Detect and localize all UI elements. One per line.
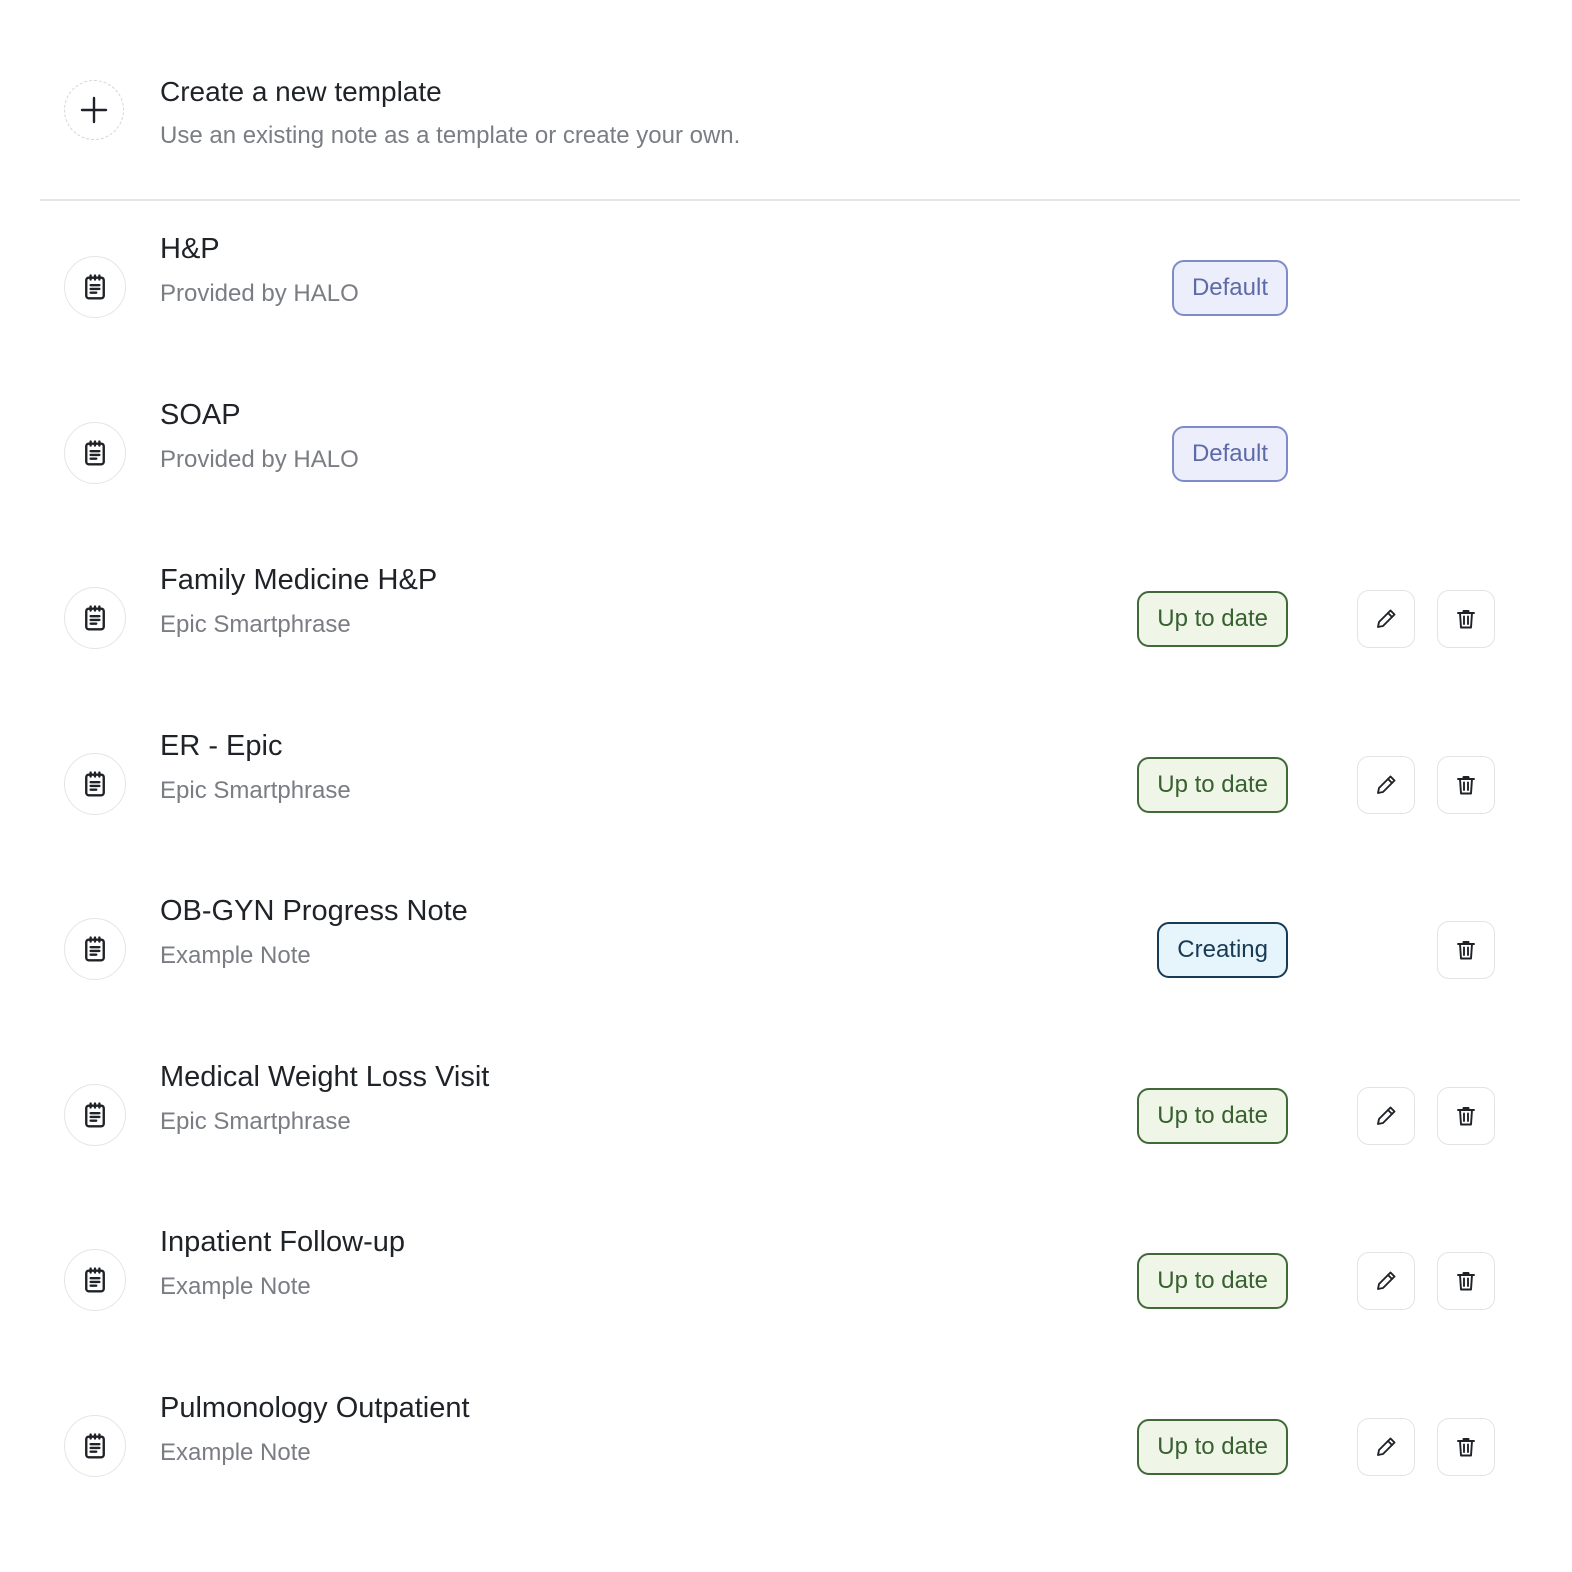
edit-template-button[interactable] — [1357, 590, 1415, 648]
template-icon-circle — [64, 587, 126, 649]
clipboard-icon — [80, 1265, 110, 1295]
delete-template-button[interactable] — [1437, 1418, 1495, 1476]
template-row[interactable]: Medical Weight Loss Visit Epic Smartphras… — [0, 1056, 1572, 1176]
trash-icon — [1454, 773, 1478, 797]
template-row[interactable]: Inpatient Follow-up Example Note Up to dat… — [0, 1221, 1572, 1341]
template-icon-circle — [64, 1249, 126, 1311]
delete-template-button[interactable] — [1437, 1087, 1495, 1145]
edit-template-button[interactable] — [1357, 1087, 1415, 1145]
template-source: Example Note — [160, 942, 311, 969]
template-icon-circle — [64, 918, 126, 980]
delete-template-button[interactable] — [1437, 590, 1495, 648]
status-badge: Up to date — [1137, 757, 1288, 813]
create-template-title[interactable]: Create a new template — [160, 76, 740, 108]
template-row[interactable]: SOAP Provided by HALO Default — [0, 394, 1572, 514]
template-row[interactable]: OB-GYN Progress Note Example Note Creating — [0, 890, 1572, 1010]
edit-template-button[interactable] — [1357, 1252, 1415, 1310]
template-title[interactable]: ER - Epic — [160, 729, 282, 763]
template-title[interactable]: Pulmonology Outpatient — [160, 1391, 470, 1425]
template-source: Provided by HALO — [160, 280, 359, 307]
add-template-button[interactable] — [64, 80, 124, 140]
template-icon-circle — [64, 1415, 126, 1477]
template-source: Example Note — [160, 1273, 311, 1300]
pencil-icon — [1374, 607, 1398, 631]
template-source: Epic Smartphrase — [160, 611, 351, 638]
delete-template-button[interactable] — [1437, 756, 1495, 814]
divider — [40, 199, 1520, 201]
template-row[interactable]: ER - Epic Epic Smartphrase Up to date — [0, 725, 1572, 845]
template-title[interactable]: H&P — [160, 232, 220, 266]
template-icon-circle — [64, 422, 126, 484]
clipboard-icon — [80, 1100, 110, 1130]
pencil-icon — [1374, 773, 1398, 797]
trash-icon — [1454, 938, 1478, 962]
status-badge: Default — [1171, 260, 1288, 316]
template-title[interactable]: Medical Weight Loss Visit — [160, 1060, 489, 1094]
template-row[interactable]: Pulmonology Outpatient Example Note Up to … — [0, 1387, 1572, 1507]
delete-template-button[interactable] — [1437, 921, 1495, 979]
template-icon-circle — [64, 1084, 126, 1146]
template-icon-circle — [64, 753, 126, 815]
pencil-icon — [1374, 1435, 1398, 1459]
trash-icon — [1454, 1269, 1478, 1293]
clipboard-icon — [80, 438, 110, 468]
delete-template-button[interactable] — [1437, 1252, 1495, 1310]
clipboard-icon — [80, 272, 110, 302]
template-title[interactable]: Family Medicine H&P — [160, 563, 437, 597]
status-badge: Up to date — [1137, 1419, 1288, 1475]
trash-icon — [1454, 607, 1478, 631]
edit-template-button[interactable] — [1357, 756, 1415, 814]
clipboard-icon — [80, 603, 110, 633]
template-source: Epic Smartphrase — [160, 777, 351, 804]
edit-template-button[interactable] — [1357, 1418, 1415, 1476]
pencil-icon — [1374, 1269, 1398, 1293]
template-title[interactable]: SOAP — [160, 398, 241, 432]
status-badge: Creating — [1157, 922, 1288, 978]
clipboard-icon — [80, 769, 110, 799]
status-badge: Up to date — [1137, 1253, 1288, 1309]
status-badge: Default — [1171, 426, 1288, 482]
clipboard-icon — [80, 1431, 110, 1461]
template-source: Example Note — [160, 1439, 311, 1466]
template-source: Provided by HALO — [160, 446, 359, 473]
status-badge: Up to date — [1137, 1088, 1288, 1144]
trash-icon — [1454, 1435, 1478, 1459]
clipboard-icon — [80, 934, 110, 964]
template-row[interactable]: Family Medicine H&P Epic Smartphrase Up to… — [0, 559, 1572, 679]
template-title[interactable]: Inpatient Follow-up — [160, 1225, 405, 1259]
pencil-icon — [1374, 1104, 1398, 1128]
template-row[interactable]: H&P Provided by HALO Default — [0, 228, 1572, 348]
status-badge: Up to date — [1137, 591, 1288, 647]
trash-icon — [1454, 1104, 1478, 1128]
create-template-subtitle: Use an existing note as a template or cr… — [160, 122, 741, 149]
plus-icon — [80, 96, 108, 124]
template-icon-circle — [64, 256, 126, 318]
template-source: Epic Smartphrase — [160, 1108, 351, 1135]
template-title[interactable]: OB-GYN Progress Note — [160, 894, 468, 928]
